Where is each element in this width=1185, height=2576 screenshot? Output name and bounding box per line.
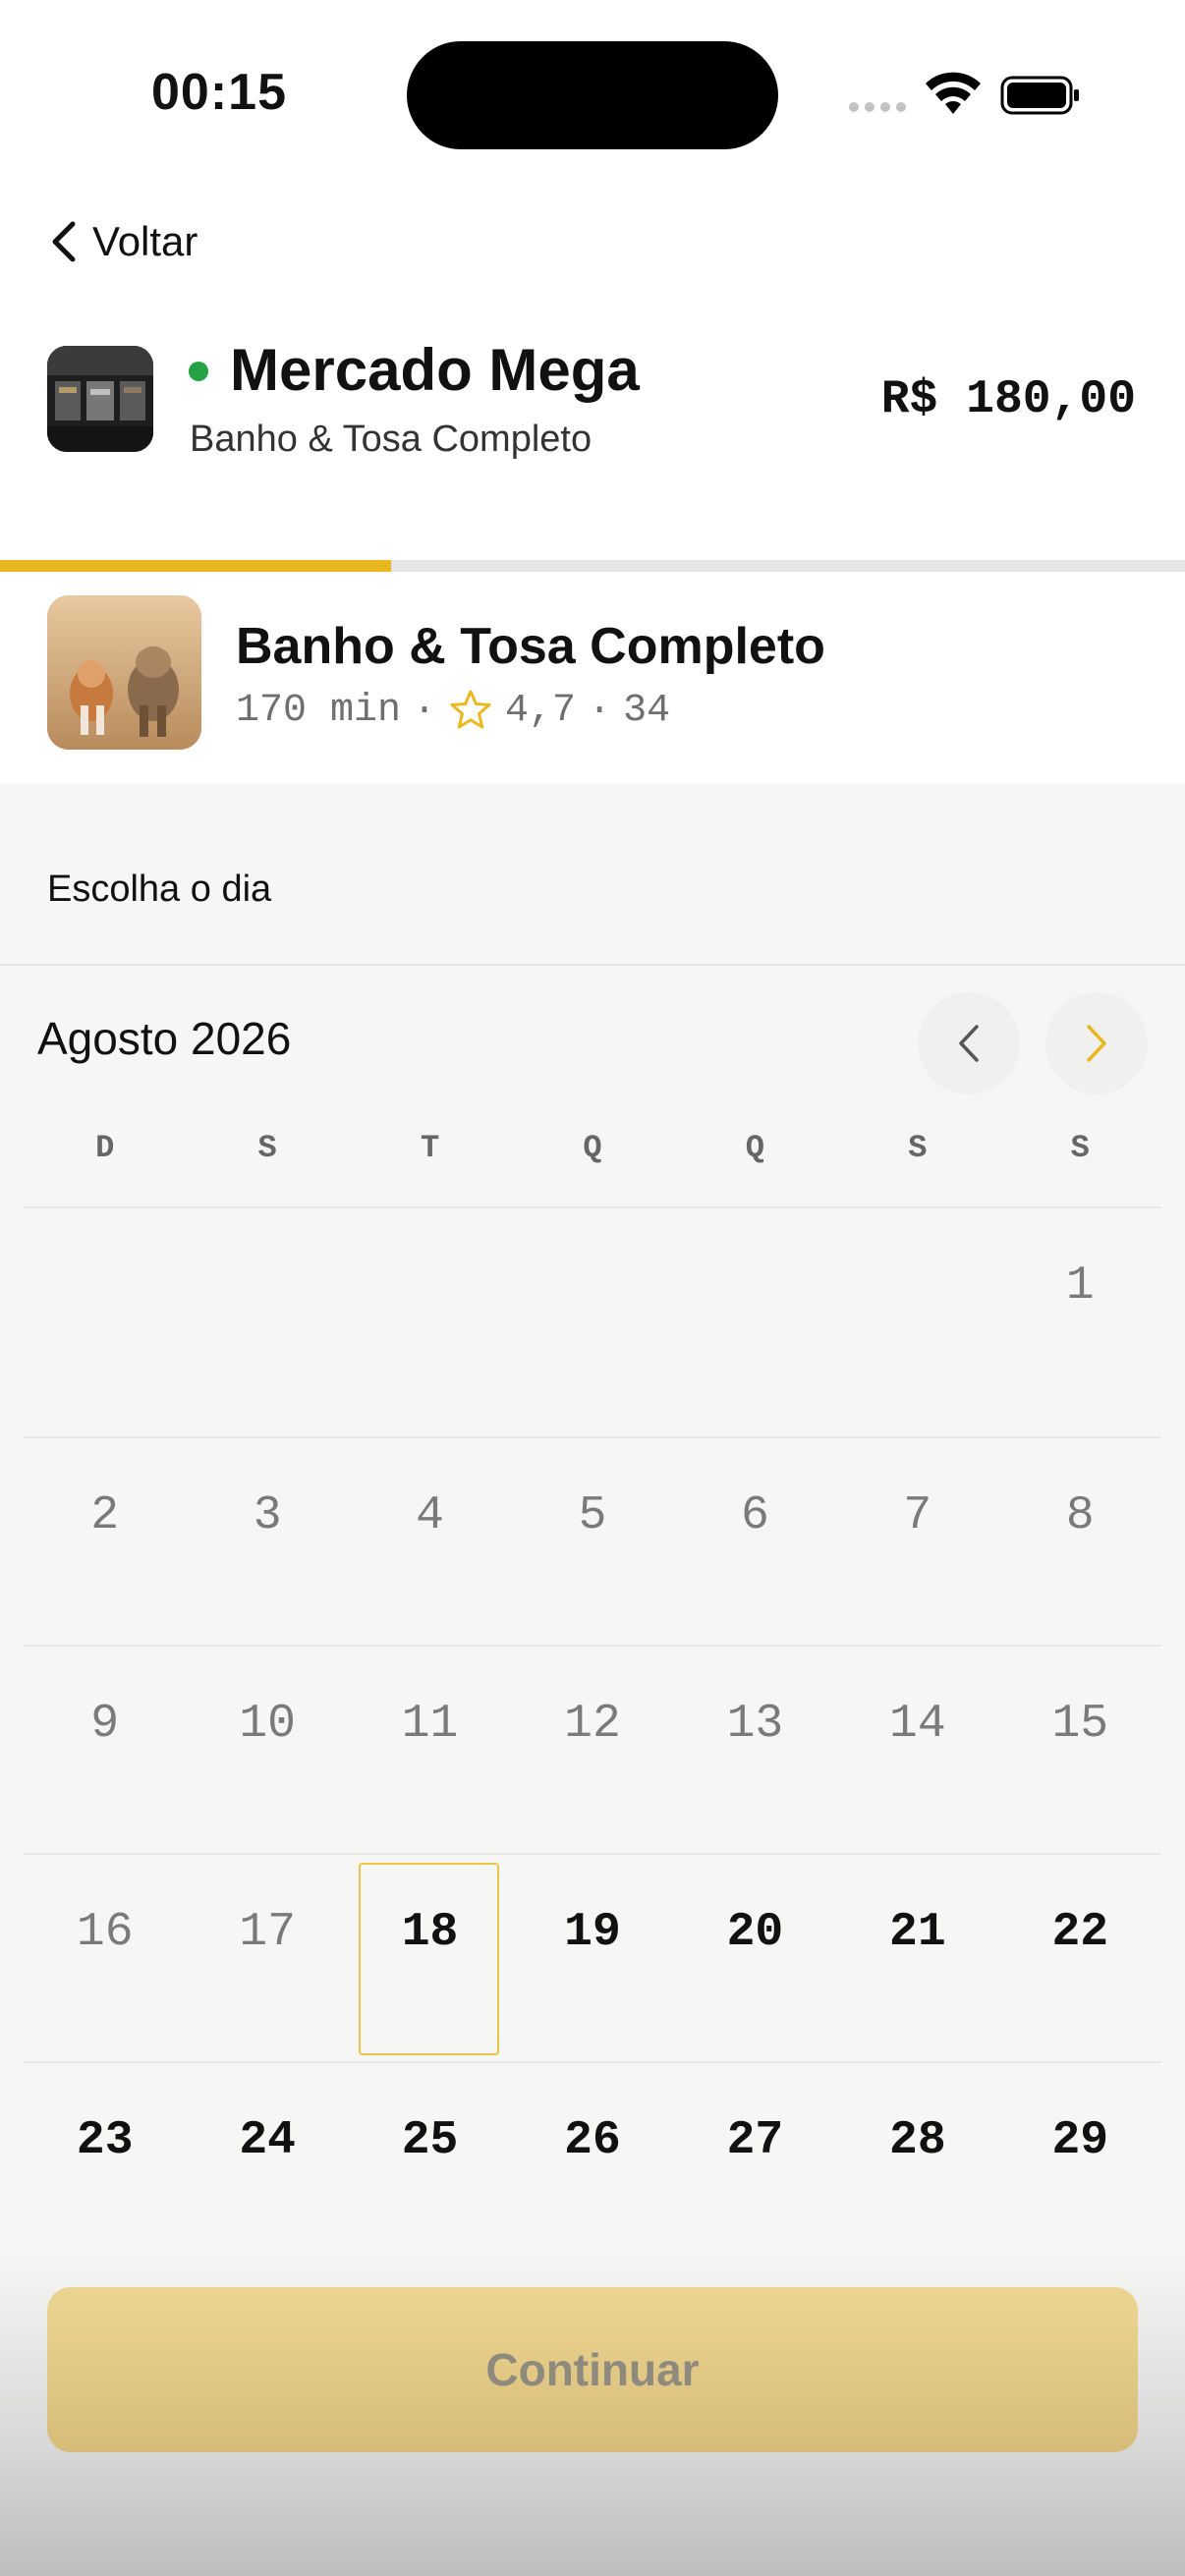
calendar-day[interactable]: 28 — [836, 2063, 998, 2269]
chevron-left-icon — [959, 1025, 979, 1062]
store-name: Mercado Mega — [230, 337, 640, 403]
calendar-day-empty — [674, 1208, 836, 1436]
weekday-label: T — [420, 1130, 440, 1166]
calendar-day[interactable]: 19 — [511, 1855, 673, 2061]
status-bar: 00:15 — [0, 0, 1185, 187]
progress-fill — [0, 560, 391, 572]
calendar-day: 11 — [401, 1698, 459, 1751]
store-logo — [47, 346, 153, 452]
calendar-day: 8 — [1065, 1489, 1095, 1542]
service-meta: 170 min · 4,7 · 34 — [236, 688, 670, 733]
back-button[interactable]: Voltar — [49, 218, 198, 265]
service-card: Banho & Tosa Completo 170 min · 4,7 · 34 — [0, 572, 1185, 784]
calendar-day[interactable]: 22 — [999, 1855, 1161, 2061]
dynamic-island — [407, 41, 778, 149]
service-duration: 170 min — [236, 688, 402, 733]
calendar-day: 6 — [740, 1489, 769, 1542]
store-subtitle: Banho & Tosa Completo — [190, 419, 592, 460]
calendar-day-empty — [349, 1208, 511, 1436]
calendar-day: 15 — [1051, 1698, 1109, 1751]
weekday-label: Q — [745, 1130, 764, 1166]
calendar-day: 1 — [1065, 1260, 1095, 1313]
weekday-label: S — [1070, 1130, 1090, 1166]
weekday-label: Q — [583, 1130, 602, 1166]
calendar-week: 16 17 18 19 20 21 22 — [24, 1853, 1161, 2061]
service-thumbnail — [47, 595, 201, 750]
weekday-label: D — [95, 1130, 115, 1166]
calendar-day: 7 — [903, 1489, 932, 1542]
calendar-day-selected[interactable]: 18 — [349, 1855, 511, 2061]
calendar-day: 16 — [76, 1906, 134, 1959]
calendar-day[interactable]: 21 — [836, 1855, 998, 2061]
progress-bar — [0, 560, 1185, 572]
calendar-day: 3 — [253, 1489, 282, 1542]
calendar-day: 13 — [726, 1698, 784, 1751]
calendar-day: 5 — [578, 1489, 607, 1542]
divider — [0, 964, 1185, 966]
calendar-day[interactable]: 29 — [999, 2063, 1161, 2269]
prev-month-button[interactable] — [918, 992, 1020, 1094]
weekday-label: S — [908, 1130, 928, 1166]
service-rating: 4,7 — [505, 688, 577, 733]
calendar-day[interactable]: 25 — [349, 2063, 511, 2269]
calendar-day-empty — [836, 1208, 998, 1436]
meta-separator: · — [413, 688, 437, 733]
chevron-right-icon — [1087, 1025, 1106, 1062]
calendar-day: 12 — [564, 1698, 621, 1751]
calendar-day: 9 — [90, 1698, 120, 1751]
calendar-day: 2 — [90, 1489, 120, 1542]
calendar-grid: 1 2 3 4 5 6 7 8 9 10 11 12 13 14 15 16 1… — [24, 1206, 1161, 2269]
calendar-day: 10 — [239, 1698, 296, 1751]
next-month-button[interactable] — [1045, 992, 1148, 1094]
star-icon — [450, 690, 491, 729]
calendar-week: 1 — [24, 1206, 1161, 1436]
meta-separator: · — [588, 688, 612, 733]
back-label: Voltar — [92, 218, 198, 264]
calendar-day[interactable]: 27 — [674, 2063, 836, 2269]
calendar-day: 17 — [239, 1906, 296, 1959]
calendar-day[interactable]: 26 — [511, 2063, 673, 2269]
month-label: Agosto 2026 — [37, 1013, 292, 1064]
calendar-day[interactable]: 23 — [24, 2063, 186, 2269]
wifi-icon — [926, 72, 981, 114]
cellular-signal-icon — [849, 102, 906, 112]
calendar-day-empty — [511, 1208, 673, 1436]
calendar-week: 9 10 11 12 13 14 15 — [24, 1645, 1161, 1853]
calendar-week: 2 3 4 5 6 7 8 — [24, 1436, 1161, 1645]
weekday-header: D S T Q Q S S — [24, 1130, 1161, 1166]
battery-icon — [1000, 76, 1079, 115]
calendar-day[interactable]: 20 — [674, 1855, 836, 2061]
continue-button[interactable]: Continuar — [47, 2287, 1138, 2452]
online-status-dot — [189, 362, 208, 381]
service-price: R$ 180,00 — [880, 373, 1136, 426]
chevron-left-icon — [52, 221, 76, 262]
section-title: Escolha o dia — [47, 868, 272, 910]
calendar-week: 23 24 25 26 27 28 29 — [24, 2061, 1161, 2269]
calendar-day: 14 — [889, 1698, 946, 1751]
status-time: 00:15 — [151, 64, 287, 121]
calendar-day[interactable]: 24 — [186, 2063, 348, 2269]
service-review-count: 34 — [623, 688, 671, 733]
calendar-day-empty — [186, 1208, 348, 1436]
calendar-day-empty — [24, 1208, 186, 1436]
weekday-label: S — [257, 1130, 277, 1166]
service-name: Banho & Tosa Completo — [236, 618, 825, 675]
calendar-day: 4 — [416, 1489, 444, 1542]
